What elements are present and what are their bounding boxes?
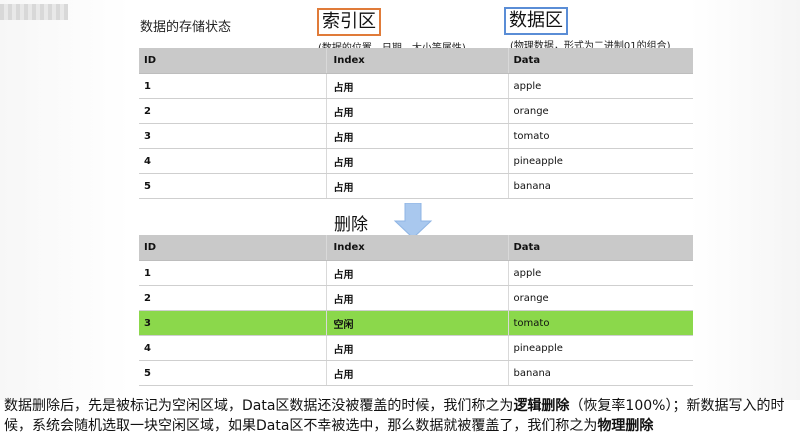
data-zone-label: 数据区 xyxy=(504,7,568,35)
cell-data: banana xyxy=(507,360,693,386)
background-right-fade xyxy=(690,0,800,400)
cell-data: apple xyxy=(507,260,693,286)
column-header-data: Data xyxy=(507,235,693,261)
column-header-index: Index xyxy=(325,48,508,74)
cell-id: 4 xyxy=(139,148,326,174)
cell-id: 3 xyxy=(139,310,326,336)
cell-data: banana xyxy=(507,173,693,199)
storage-table-after: ID Index Data 1 占用 apple 2 占用 orange 3 空… xyxy=(139,235,693,386)
cell-id: 4 xyxy=(139,335,326,361)
delete-label: 删除 xyxy=(334,215,368,235)
cell-index: 占用 xyxy=(325,98,508,124)
explanation-caption: 数据删除后，先是被标记为空闲区域，Data区数据还没被覆盖的时候，我们称之为逻辑… xyxy=(4,396,796,436)
arrow-down-icon xyxy=(393,203,433,239)
cell-index: 占用 xyxy=(325,148,508,174)
column-header-data: Data xyxy=(507,48,693,74)
table-row: 2 占用 orange xyxy=(139,98,693,124)
cell-id: 5 xyxy=(139,360,326,386)
table-row-highlighted: 3 空闲 tomato xyxy=(139,310,693,336)
table-row: 4 占用 pineapple xyxy=(139,335,693,361)
table-row: 2 占用 orange xyxy=(139,285,693,311)
cell-id: 5 xyxy=(139,173,326,199)
cell-data: tomato xyxy=(507,310,693,336)
column-header-id: ID xyxy=(139,235,326,261)
term-logical-delete: 逻辑删除 xyxy=(513,398,570,414)
table-row: 1 占用 apple xyxy=(139,73,693,99)
term-physical-delete: 物理删除 xyxy=(597,418,654,434)
cell-index: 占用 xyxy=(325,123,508,149)
cell-data: orange xyxy=(507,285,693,311)
table-row: 5 占用 banana xyxy=(139,173,693,199)
cell-id: 2 xyxy=(139,98,326,124)
cell-data: orange xyxy=(507,98,693,124)
cell-id: 3 xyxy=(139,123,326,149)
cell-data: pineapple xyxy=(507,335,693,361)
cell-data: apple xyxy=(507,73,693,99)
cell-id: 1 xyxy=(139,73,326,99)
caption-text-1: 数据删除后，先是被标记为空闲区域，Data区数据还没被覆盖的时候，我们称之为 xyxy=(4,398,514,414)
cell-index: 占用 xyxy=(325,360,508,386)
cell-index: 空闲 xyxy=(325,310,508,336)
column-header-id: ID xyxy=(139,48,326,74)
cell-index: 占用 xyxy=(325,260,508,286)
cell-data: pineapple xyxy=(507,148,693,174)
index-zone-label: 索引区 xyxy=(317,8,381,36)
cell-id: 1 xyxy=(139,260,326,286)
table-header-row: ID Index Data xyxy=(139,235,693,261)
cell-index: 占用 xyxy=(325,285,508,311)
table-row: 3 占用 tomato xyxy=(139,123,693,149)
cell-data: tomato xyxy=(507,123,693,149)
cell-index: 占用 xyxy=(325,173,508,199)
table-row: 5 占用 banana xyxy=(139,360,693,386)
cell-id: 2 xyxy=(139,285,326,311)
logo-placeholder xyxy=(0,4,68,20)
cell-index: 占用 xyxy=(325,73,508,99)
storage-table-before: ID Index Data 1 占用 apple 2 占用 orange 3 占… xyxy=(139,48,693,199)
column-header-index: Index xyxy=(325,235,508,261)
background-left-fade xyxy=(0,0,130,400)
table-row: 1 占用 apple xyxy=(139,260,693,286)
table-header-row: ID Index Data xyxy=(139,48,693,74)
table-row: 4 占用 pineapple xyxy=(139,148,693,174)
page-title: 数据的存储状态 xyxy=(140,20,232,35)
cell-index: 占用 xyxy=(325,335,508,361)
